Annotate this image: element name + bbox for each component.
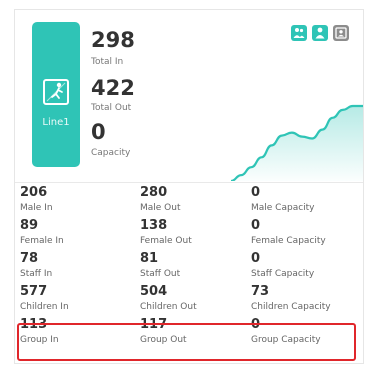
children-capacity-cell: 73 Children Capacity: [251, 284, 361, 317]
summary-section: Line1 298 Total In 422 Total Out 0 Capac…: [15, 10, 363, 183]
stat-value: 89: [20, 218, 39, 233]
capacity-value: 0: [91, 120, 106, 144]
stat-value: 73: [251, 284, 270, 299]
trend-chart: [231, 104, 363, 181]
male-out-cell: 280 Male Out: [140, 185, 250, 218]
stat-label: Male Capacity: [251, 203, 315, 213]
stat-label: Children In: [20, 302, 69, 312]
staff-in-cell: 78 Staff In: [20, 251, 130, 284]
stat-value: 504: [140, 284, 168, 299]
female-out-cell: 138 Female Out: [140, 218, 250, 251]
person-icon[interactable]: [312, 25, 328, 41]
total-out-label: Total Out: [91, 103, 132, 113]
trend-area: [231, 106, 363, 181]
person-group-icon[interactable]: [291, 25, 307, 41]
stat-label: Female In: [20, 236, 64, 246]
staff-out-cell: 81 Staff Out: [140, 251, 250, 284]
male-capacity-cell: 0 Male Capacity: [251, 185, 361, 218]
turnstile-icon: [43, 79, 69, 105]
stat-label: Staff Out: [140, 269, 181, 279]
line-label: Line1: [42, 117, 70, 128]
female-capacity-cell: 0 Female Capacity: [251, 218, 361, 251]
stat-value: 78: [20, 251, 39, 266]
stat-value: 280: [140, 185, 168, 200]
children-out-cell: 504 Children Out: [140, 284, 250, 317]
stat-label: Children Out: [140, 302, 197, 312]
total-in-value: 298: [91, 28, 135, 52]
male-in-cell: 206 Male In: [20, 185, 130, 218]
line-card: Line1 298 Total In 422 Total Out 0 Capac…: [14, 9, 364, 364]
group-row-highlight: [17, 323, 356, 361]
capacity-label: Capacity: [91, 148, 131, 158]
stat-value: 81: [140, 251, 159, 266]
total-in-label: Total In: [91, 57, 124, 67]
stat-label: Male In: [20, 203, 53, 213]
stat-label: Female Out: [140, 236, 192, 246]
staff-capacity-cell: 0 Staff Capacity: [251, 251, 361, 284]
stat-label: Staff Capacity: [251, 269, 315, 279]
stat-label: Children Capacity: [251, 302, 331, 312]
stat-value: 0: [251, 251, 261, 266]
stat-value: 0: [251, 218, 261, 233]
children-in-cell: 577 Children In: [20, 284, 130, 317]
stat-label: Male Out: [140, 203, 181, 213]
line-tile[interactable]: Line1: [32, 22, 80, 167]
stat-value: 0: [251, 185, 261, 200]
stat-label: Staff In: [20, 269, 53, 279]
stat-label: Female Capacity: [251, 236, 326, 246]
total-out-value: 422: [91, 76, 135, 100]
id-card-icon[interactable]: [333, 25, 349, 41]
female-in-cell: 89 Female In: [20, 218, 130, 251]
stat-value: 138: [140, 218, 168, 233]
stat-value: 206: [20, 185, 48, 200]
stat-value: 577: [20, 284, 48, 299]
